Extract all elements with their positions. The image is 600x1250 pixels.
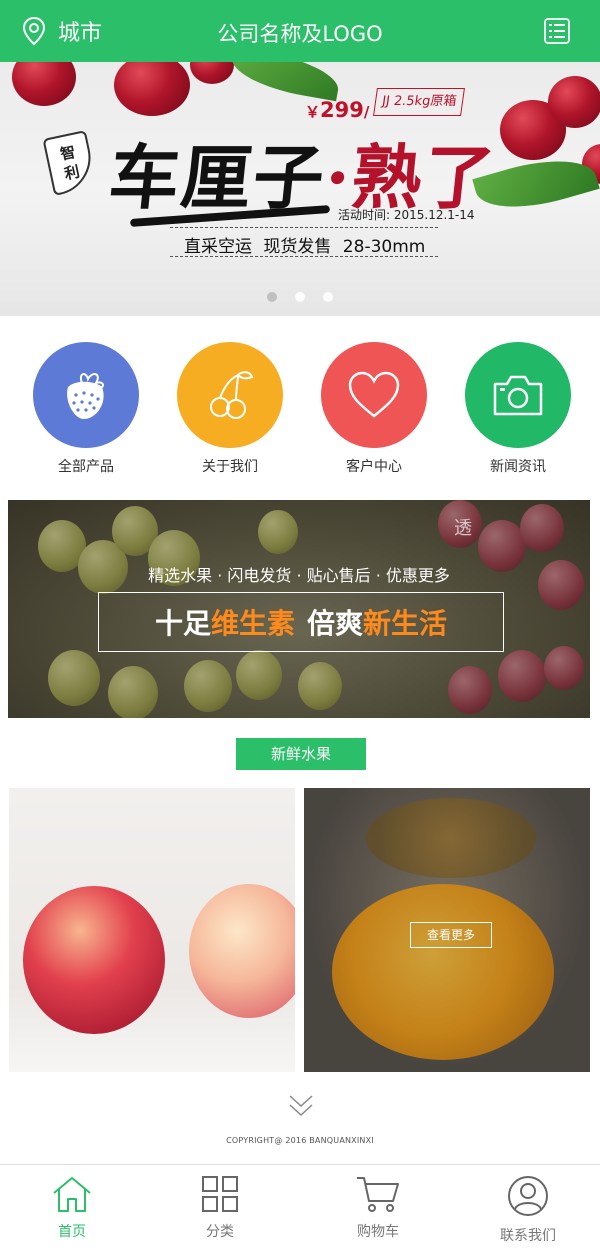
company-logo-title: 公司名称及LOGO [217, 22, 383, 46]
carousel-dot[interactable] [295, 292, 305, 302]
cart-icon [357, 1177, 399, 1212]
category-label: 客户中心 [346, 459, 402, 475]
tab-label: 首页 [58, 1224, 86, 1240]
cherry-image [190, 62, 234, 84]
banner-subtitle: 直采空运 现货发售 28-30mm [184, 237, 426, 257]
promo-features: 精选水果 · 闪电发货 · 贴心售后 · 优惠更多 [148, 566, 450, 585]
currency-symbol: ￥ [305, 103, 321, 121]
cherry-image [114, 62, 190, 116]
home-icon [53, 1177, 91, 1212]
slogan-highlight: 维生素 [210, 607, 295, 640]
promo-slogan-box: 十足 维生素 倍爽 新生活 [98, 592, 504, 652]
tab-label: 购物车 [357, 1224, 399, 1240]
slogan-part: 十足 [154, 607, 211, 640]
tab-category[interactable]: 分类 [150, 1175, 290, 1241]
category-customer-center[interactable]: 客户中心 [304, 342, 444, 476]
tab-label: 联系我们 [500, 1228, 556, 1244]
peach-image [189, 884, 295, 1018]
scroll-down-chevron-icon[interactable] [288, 1094, 314, 1122]
menu-button[interactable] [544, 18, 570, 48]
heart-icon [348, 371, 400, 418]
hero-banner-carousel[interactable]: ￥299/ JJ 2.5kg原箱 智 利 车厘子·熟了 活动时间: 2015.1… [0, 62, 600, 316]
peach-image [23, 886, 165, 1034]
strawberry-icon [67, 373, 104, 419]
slogan-highlight: 新生活 [363, 607, 448, 640]
category-all-products[interactable]: 全部产品 [16, 342, 156, 476]
cherry-image [12, 62, 76, 106]
carousel-indicators [0, 292, 600, 302]
brand-badge: 智 利 [42, 130, 98, 196]
tab-contact[interactable]: 联系我们 [458, 1175, 598, 1245]
category-circle [321, 342, 427, 448]
badge-text: 利 [62, 162, 82, 184]
section-title-fresh-fruit: 新鲜水果 [236, 738, 366, 770]
category-about-us[interactable]: 关于我们 [160, 342, 300, 476]
camera-icon [493, 375, 543, 416]
category-news[interactable]: 新闻资讯 [448, 342, 588, 476]
promo-banner[interactable]: 透 精选水果 · 闪电发货 · 贴心售后 · 优惠更多 十足 维生素 倍爽 新生活 [8, 500, 590, 718]
price-value: 299 [320, 98, 364, 122]
package-tag: JJ 2.5kg原箱 [373, 88, 466, 116]
carousel-dot[interactable] [323, 292, 333, 302]
cherry-icon [210, 371, 254, 419]
category-circle [465, 342, 571, 448]
user-icon [508, 1176, 548, 1216]
slogan-part: 倍爽 [307, 607, 364, 640]
dashed-divider [170, 227, 438, 228]
bottom-tab-bar: 首页 分类 购物车 联系我们 [0, 1164, 600, 1250]
price-slash: / [363, 103, 370, 121]
top-header: 城市 公司名称及LOGO [0, 0, 600, 62]
product-tile-orange[interactable]: 查看更多 [304, 788, 590, 1072]
category-circle [33, 342, 139, 448]
grid-icon [202, 1176, 238, 1212]
tab-cart[interactable]: 购物车 [308, 1175, 448, 1241]
banner-price: ￥299/ [305, 98, 369, 122]
category-nav: 全部产品 关于我们 客户中心 新闻资讯 [0, 342, 600, 482]
event-date: 活动时间: 2015.12.1-14 [338, 208, 475, 222]
tab-home[interactable]: 首页 [2, 1175, 142, 1241]
category-label: 全部产品 [58, 459, 114, 475]
product-tile-peach[interactable] [9, 788, 295, 1072]
cherry-image [548, 76, 600, 128]
dashed-divider [170, 256, 438, 257]
category-label: 关于我们 [202, 459, 258, 475]
copyright-text: COPYRIGHT@ 2016 BANQUANXINXI [226, 1136, 374, 1145]
list-menu-icon [544, 18, 570, 44]
carousel-dot[interactable] [267, 292, 277, 302]
category-circle [177, 342, 283, 448]
category-label: 新闻资讯 [490, 459, 546, 475]
promo-corner-text: 透 [454, 518, 472, 539]
leaf-image [227, 62, 343, 102]
view-more-button[interactable]: 查看更多 [410, 922, 492, 948]
tab-label: 分类 [206, 1224, 234, 1240]
